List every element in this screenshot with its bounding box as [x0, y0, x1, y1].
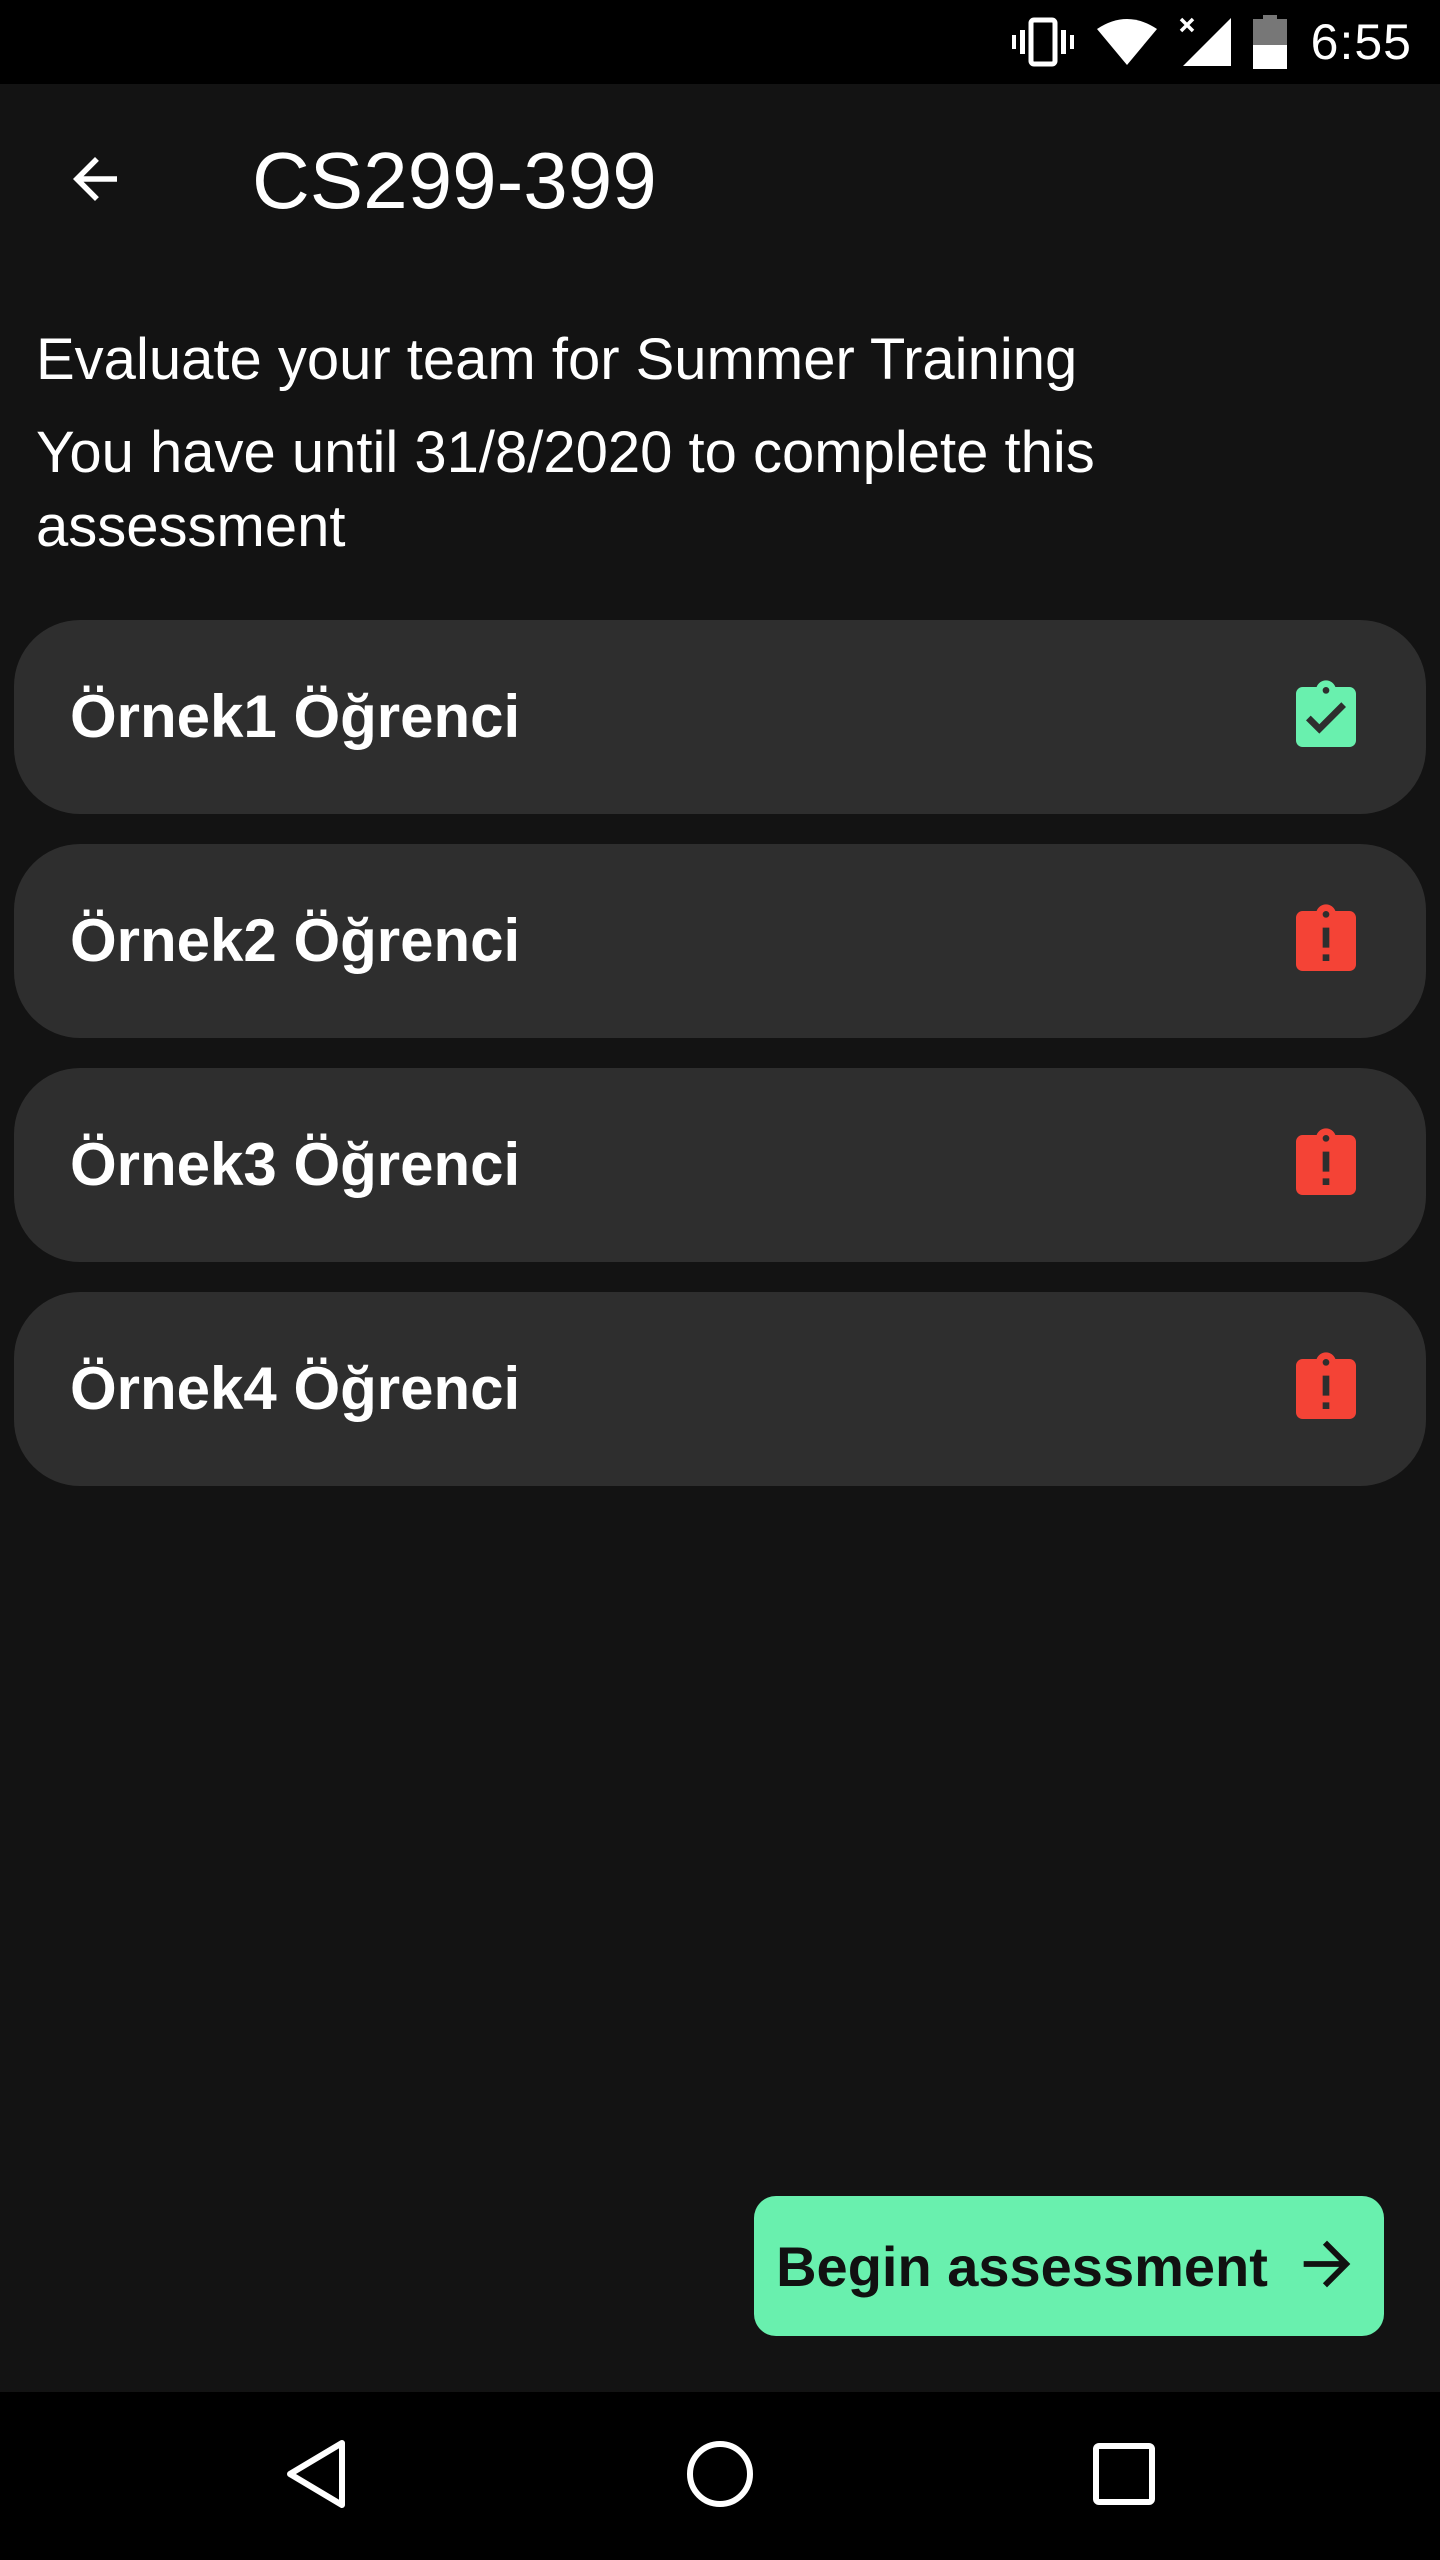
nav-home-icon	[684, 2438, 756, 2515]
status-bar: 6:55	[0, 0, 1440, 84]
team-member-name: Örnek3 Öğrenci	[70, 1131, 521, 1198]
nav-back-icon	[282, 2437, 350, 2516]
team-member-name: Örnek2 Öğrenci	[70, 907, 521, 974]
nav-recents-icon	[1092, 2442, 1156, 2511]
assessment-title: Evaluate your team for Summer Training	[36, 327, 1078, 392]
team-member-list: Örnek1 Öğrenci Örnek2 Öğrenci Örnek3 Öğr…	[14, 620, 1426, 1516]
begin-assessment-button[interactable]: Begin assessment	[754, 2196, 1384, 2336]
screen: 6:55 CS299-399 Evaluate your team for Su…	[0, 0, 1440, 2560]
clipboard-alert-icon	[1286, 1125, 1366, 1205]
team-member-card-3[interactable]: Örnek3 Öğrenci	[14, 1068, 1426, 1262]
vibrate-icon	[1011, 17, 1075, 67]
team-member-name: Örnek4 Öğrenci	[70, 1355, 521, 1422]
assessment-deadline: You have until 31/8/2020 to complete thi…	[36, 420, 1095, 559]
clipboard-alert-icon	[1286, 1349, 1366, 1429]
status-icons: 6:55	[1011, 0, 1412, 84]
nav-back-button[interactable]	[266, 2426, 366, 2526]
wifi-icon	[1095, 17, 1159, 67]
cellular-no-signal-icon	[1179, 16, 1233, 68]
system-nav-bar	[0, 2392, 1440, 2560]
page-title: CS299-399	[252, 136, 657, 225]
clipboard-check-icon	[1286, 677, 1366, 757]
status-time: 6:55	[1310, 14, 1412, 70]
nav-home-button[interactable]	[670, 2426, 770, 2526]
intro-section: Evaluate your team for Summer Training Y…	[36, 320, 1396, 564]
team-member-name: Örnek1 Öğrenci	[70, 683, 521, 750]
team-member-card-2[interactable]: Örnek2 Öğrenci	[14, 844, 1426, 1038]
arrow-forward-icon	[1292, 2229, 1362, 2304]
back-button[interactable]	[40, 126, 150, 236]
clipboard-alert-icon	[1286, 901, 1366, 981]
battery-icon	[1252, 15, 1287, 69]
app-bar: CS299-399	[0, 84, 1440, 274]
team-member-card-1[interactable]: Örnek1 Öğrenci	[14, 620, 1426, 814]
nav-recents-button[interactable]	[1074, 2426, 1174, 2526]
team-member-card-4[interactable]: Örnek4 Öğrenci	[14, 1292, 1426, 1486]
arrow-back-icon	[62, 146, 128, 217]
begin-assessment-label: Begin assessment	[776, 2234, 1268, 2298]
